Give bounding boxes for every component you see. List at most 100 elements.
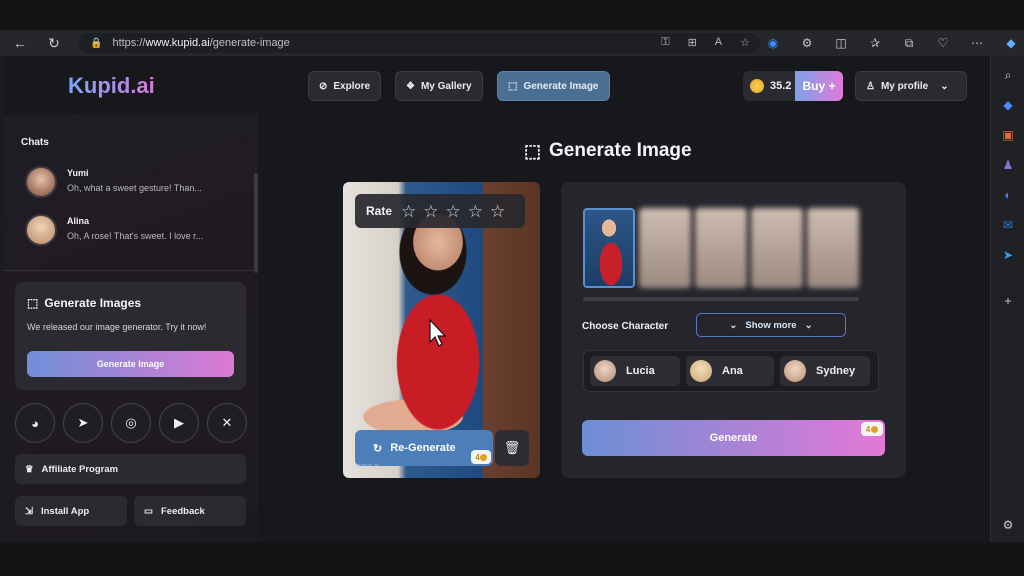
favorite-star-icon[interactable]: ☆ <box>740 36 750 49</box>
games-icon[interactable]: ♟ <box>999 156 1017 174</box>
buy-label: Buy <box>802 79 826 93</box>
chat-name: Yumi <box>67 168 89 178</box>
chat-item-yumi[interactable]: Yumi Oh, what a sweet gesture! Than... <box>25 166 245 202</box>
outlook-icon[interactable]: ✉ <box>999 216 1017 234</box>
character-ana[interactable]: Ana <box>686 356 774 386</box>
character-lucia[interactable]: Lucia <box>590 356 680 386</box>
reload-icon[interactable]: ↻ <box>42 31 66 55</box>
thumbnail[interactable] <box>695 208 747 288</box>
page-title-text: Generate Image <box>549 140 692 161</box>
discord-icon[interactable]: ◕ <box>15 403 55 443</box>
copilot-icon[interactable]: ◆ <box>1000 33 1022 53</box>
window-bottom-strip <box>0 542 1024 576</box>
cost-badge: 4 <box>861 422 883 436</box>
affiliate-program-button[interactable]: ♛ Affiliate Program <box>15 454 246 484</box>
more-menu-icon[interactable]: ⋯ <box>966 33 988 53</box>
delete-button[interactable]: 🗑 <box>495 430 529 466</box>
thumbnail[interactable] <box>639 208 691 288</box>
address-bar[interactable]: 🔒 https://www.kupid.ai/generate-image ⚿ … <box>78 33 760 53</box>
refresh-icon: ↻ <box>373 442 383 455</box>
search-icon[interactable]: ⌕ <box>999 66 1017 84</box>
page-title: ⬚ Generate Image <box>524 140 692 162</box>
character-name: Ana <box>722 365 743 377</box>
character-sydney[interactable]: Sydney <box>780 356 870 386</box>
extension-blue-icon[interactable]: ◉ <box>762 33 784 53</box>
cost-value: 4 <box>865 424 871 434</box>
star-icon[interactable]: ☆ <box>446 203 461 220</box>
gallery-icon: ❖ <box>406 80 415 92</box>
browser-essentials-icon[interactable]: ♡ <box>932 33 954 53</box>
nav-generate-label: Generate Image <box>523 80 599 92</box>
star-icon[interactable]: ☆ <box>490 203 505 220</box>
install-app-button[interactable]: ⇲ Install App <box>15 496 127 526</box>
profile-button[interactable]: ♙ My profile ⌄ <box>855 71 967 101</box>
chevron-down-icon: ⌄ <box>729 319 738 331</box>
extensions-icon[interactable]: ⚙ <box>796 33 818 53</box>
promo-generate-button[interactable]: Generate Image <box>27 351 234 377</box>
collections-icon[interactable]: ⧉ <box>898 33 920 53</box>
back-icon[interactable]: ← <box>8 31 32 55</box>
tag-icon[interactable]: ◆ <box>999 96 1017 114</box>
star-icon[interactable]: ☆ <box>401 203 416 220</box>
show-more-button[interactable]: ⌄ Show more ⌄ <box>696 313 846 337</box>
key-icon[interactable]: ⚿ <box>661 36 669 49</box>
nav-gallery-button[interactable]: ❖ My Gallery <box>395 71 483 101</box>
instagram-icon[interactable]: ◎ <box>111 403 151 443</box>
rating-bar: Rate ☆ ☆ ☆ ☆ ☆ <box>355 194 525 228</box>
generate-label: Generate <box>709 432 758 444</box>
regenerate-button[interactable]: ↻ Re-Generate 4 <box>355 430 493 466</box>
logo[interactable]: Kupid.ai <box>68 73 155 99</box>
send-icon[interactable]: ➤ <box>999 246 1017 264</box>
avatar <box>594 360 616 382</box>
generate-button[interactable]: Generate 4 <box>582 420 885 456</box>
nav-gallery-label: My Gallery <box>420 80 472 92</box>
buy-button[interactable]: Buy + <box>795 71 843 101</box>
settings-icon[interactable]: ⚙ <box>999 516 1017 534</box>
coin-balance: 35.2 Buy + <box>743 71 843 101</box>
copilot-side-icon[interactable]: ◐ <box>999 186 1017 204</box>
trash-icon: 🗑 <box>503 440 521 455</box>
url-path: /generate-image <box>209 37 290 49</box>
compass-icon: ⊘ <box>319 80 328 92</box>
coin-icon <box>479 453 487 461</box>
thumbnail-selected[interactable] <box>583 208 635 288</box>
nav-explore-button[interactable]: ⊘ Explore <box>308 71 382 101</box>
sidebar-scrollbar[interactable] <box>254 173 258 273</box>
chat-message: Oh, A rose! That's sweet. I love r... <box>67 231 204 241</box>
thumbnail-scrollbar[interactable] <box>583 297 859 301</box>
x-icon[interactable]: ✕ <box>207 403 247 443</box>
telegram-icon[interactable]: ➤ <box>63 403 103 443</box>
add-icon[interactable]: + <box>999 292 1017 310</box>
briefcase-icon[interactable]: ▣ <box>999 126 1017 144</box>
browser-toolbar: ← ↻ 🔒 https://www.kupid.ai/generate-imag… <box>0 30 1024 56</box>
chats-title: Chats <box>21 137 49 148</box>
star-icon[interactable]: ☆ <box>423 203 438 220</box>
kupid-app: Kupid.ai ⊘ Explore ❖ My Gallery ⬚ Genera… <box>3 57 990 542</box>
crown-icon: ♛ <box>25 463 34 475</box>
coin-count: 35.2 <box>770 80 792 92</box>
split-screen-icon[interactable]: ◫ <box>830 33 852 53</box>
avatar <box>690 360 712 382</box>
youtube-icon[interactable]: ▶ <box>159 403 199 443</box>
profile-label: My profile <box>880 80 929 92</box>
read-aloud-icon[interactable]: A <box>715 36 722 49</box>
thumbnail[interactable] <box>751 208 803 288</box>
character-thumbnails <box>583 208 883 292</box>
star-icon[interactable]: ☆ <box>468 203 483 220</box>
choose-character-label: Choose Character <box>582 321 669 332</box>
feedback-button[interactable]: ▭ Feedback <box>134 496 246 526</box>
apps-icon[interactable]: ⊞ <box>688 36 697 49</box>
watermark: kupid.ai <box>355 463 380 470</box>
image-sparkle-icon: ⬚ <box>524 140 542 161</box>
favorites-icon[interactable]: ✰ <box>864 33 886 53</box>
chat-item-alina[interactable]: Alina Oh, A rose! That's sweet. I love r… <box>25 214 245 250</box>
mouse-cursor-icon <box>429 318 447 347</box>
character-name: Lucia <box>626 365 655 377</box>
nav-generate-image-button[interactable]: ⬚ Generate Image <box>497 71 610 101</box>
image-sparkle-icon: ⬚ <box>508 80 518 92</box>
window-top-strip <box>0 0 1024 30</box>
chat-message: Oh, what a sweet gesture! Than... <box>67 183 202 193</box>
thumbnail[interactable] <box>807 208 859 288</box>
edge-sidebar: ⌕ ◆ ▣ ♟ ◐ ✉ ➤ + ⚙ <box>990 56 1024 542</box>
cost-badge: 4 <box>471 450 491 464</box>
